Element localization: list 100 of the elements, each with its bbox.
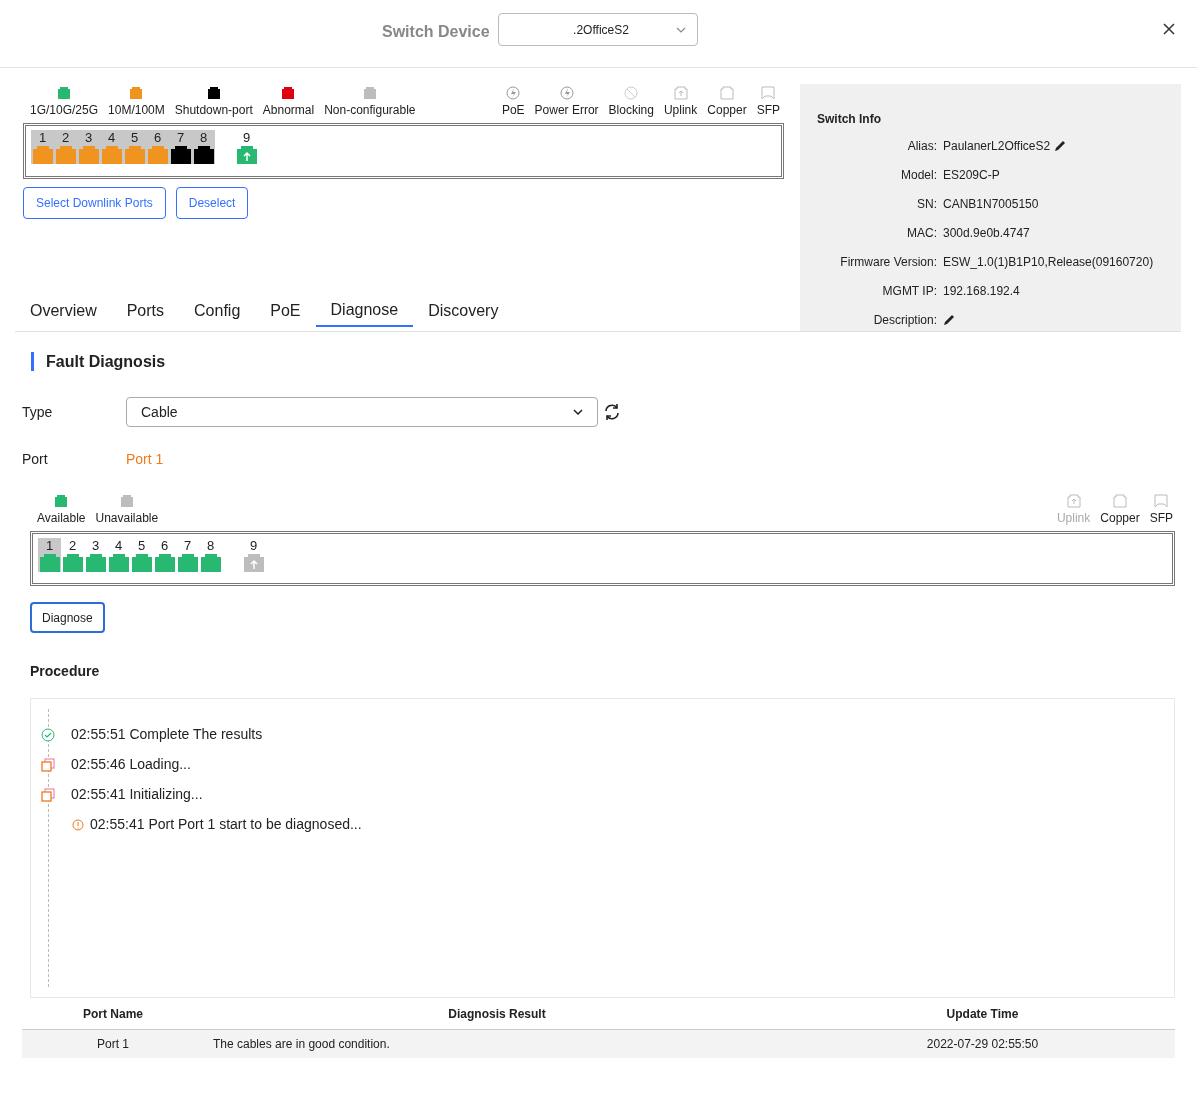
section-title: Fault Diagnosis [46, 351, 166, 372]
switch-port[interactable]: 3 [77, 130, 100, 164]
field-label: Description: [872, 312, 937, 329]
switch-port[interactable]: 9 [235, 130, 258, 164]
step-text: 02:55:46 Loading... [71, 755, 191, 774]
field-value: Port 1 [126, 450, 164, 469]
switch-port[interactable]: 7 [176, 538, 199, 572]
tab[interactable]: Diagnose [315, 294, 414, 327]
ethernet-port-icon [78, 146, 99, 164]
legend-label: 1G/10G/25G [30, 102, 99, 119]
uplink-port-icon [236, 146, 257, 164]
tab[interactable]: Config [179, 297, 256, 327]
legend-label: Uplink [663, 102, 698, 119]
refresh-button[interactable] [603, 403, 621, 421]
ethernet-port-icon [170, 146, 191, 164]
table-cell-text: 2022-07-29 02:55:50 [925, 1036, 1040, 1053]
lightning-icon [506, 86, 521, 100]
sfp-port-icon [1154, 494, 1169, 508]
type-select[interactable]: Cable [126, 397, 598, 427]
ethernet-port-icon [55, 146, 76, 164]
field-value: ES209C-P [943, 167, 1000, 184]
uplink-port-icon [673, 86, 688, 100]
edit-button[interactable] [1054, 140, 1067, 152]
ethernet-port-icon [62, 554, 83, 572]
edit-button[interactable] [943, 314, 955, 326]
switch-port[interactable]: 4 [100, 130, 123, 164]
legend-label: 10M/100M [108, 102, 165, 119]
field-label: Firmware Version: [839, 254, 937, 271]
copper-port-icon [719, 86, 734, 100]
field-value: ESW_1.0(1)B1P10,Release(09160720) [943, 254, 1154, 271]
column-header: Port Name [82, 1005, 144, 1023]
port-status-icon [363, 87, 376, 99]
refresh-icon [603, 403, 621, 421]
chevron-down-icon [676, 26, 686, 33]
field-value: PaulanerL2OfficeS2 [943, 138, 1051, 155]
table-cell-text: Port 1 [96, 1036, 130, 1053]
copy-icon [41, 757, 55, 772]
step-text: 02:55:41 Port Port 1 start to be diagnosed... [90, 815, 362, 834]
ethernet-port-icon [193, 146, 214, 164]
switch-port[interactable]: 6 [153, 538, 176, 572]
switch-port[interactable]: 5 [130, 538, 153, 572]
field-value: 300d.9e0b.4747 [943, 225, 1030, 242]
action-button[interactable]: Deselect [175, 187, 249, 219]
switch-port[interactable]: 2 [61, 538, 84, 572]
ethernet-port-icon [32, 146, 53, 164]
switch-port[interactable]: 3 [84, 538, 107, 572]
legend-label: Power Error [534, 102, 599, 119]
pencil-icon [943, 314, 955, 326]
switch-port[interactable]: 2 [54, 130, 77, 164]
blocked-icon [624, 86, 639, 100]
diagnose-button[interactable]: Diagnose [30, 602, 105, 633]
legend-label: Blocking [608, 102, 654, 119]
switch-port[interactable]: 8 [199, 538, 222, 572]
switch-port[interactable]: 1 [31, 130, 54, 164]
port-status-icon [58, 87, 70, 99]
switch-port[interactable]: 5 [123, 130, 146, 164]
port-status-icon [55, 495, 68, 507]
switch-port[interactable]: 1 [38, 538, 61, 572]
column-header: Diagnosis Result [447, 1005, 547, 1023]
legend-label: Non-configurable [324, 102, 416, 119]
switch-port[interactable]: 7 [169, 130, 192, 164]
tab[interactable]: Ports [111, 297, 180, 327]
switch-port[interactable]: 6 [146, 130, 169, 164]
legend-label: SFP [756, 102, 780, 119]
step-text: 02:55:51 Complete The results [71, 725, 263, 744]
tab[interactable]: PoE [255, 297, 316, 327]
switch-port[interactable]: 9 [242, 538, 265, 572]
field-label: MGMT IP: [881, 283, 937, 300]
switch-port[interactable]: 4 [107, 538, 130, 572]
port-status-icon [120, 495, 133, 507]
action-button[interactable]: Select Downlink Ports [23, 187, 166, 219]
legend-label: Copper [707, 102, 747, 119]
warning-icon [72, 818, 84, 831]
panel-title: Switch Info [817, 111, 882, 128]
section-title: Procedure [30, 662, 101, 681]
copy-icon [41, 787, 55, 802]
ethernet-port-icon [131, 554, 152, 572]
table-cell-text: The cables are in good condition. [212, 1036, 391, 1053]
switch-port[interactable]: 8 [192, 130, 215, 164]
tab[interactable]: Overview [15, 297, 112, 327]
field-label: MAC: [906, 225, 937, 242]
ethernet-port-icon [85, 554, 106, 572]
column-header: Update Time [945, 1005, 1020, 1023]
ethernet-port-icon [108, 554, 129, 572]
pencil-icon [1054, 140, 1067, 152]
tab[interactable]: Discovery [413, 297, 514, 327]
field-value: 192.168.192.4 [943, 283, 1020, 300]
lightning-icon [559, 86, 574, 100]
uplink-port-icon [243, 554, 264, 572]
legend-label: Uplink [1056, 510, 1091, 527]
check-circle-icon [41, 727, 55, 742]
device-select[interactable]: .2OfficeS2 [498, 13, 698, 46]
legend-label: Abnormal [262, 102, 315, 119]
legend-label: SFP [1149, 510, 1173, 527]
ethernet-port-icon [39, 554, 60, 572]
ethernet-port-icon [101, 146, 122, 164]
field-label: Type [22, 402, 54, 422]
ethernet-port-icon [177, 554, 198, 572]
port-status-icon [282, 87, 295, 99]
field-label: Port [22, 450, 49, 469]
